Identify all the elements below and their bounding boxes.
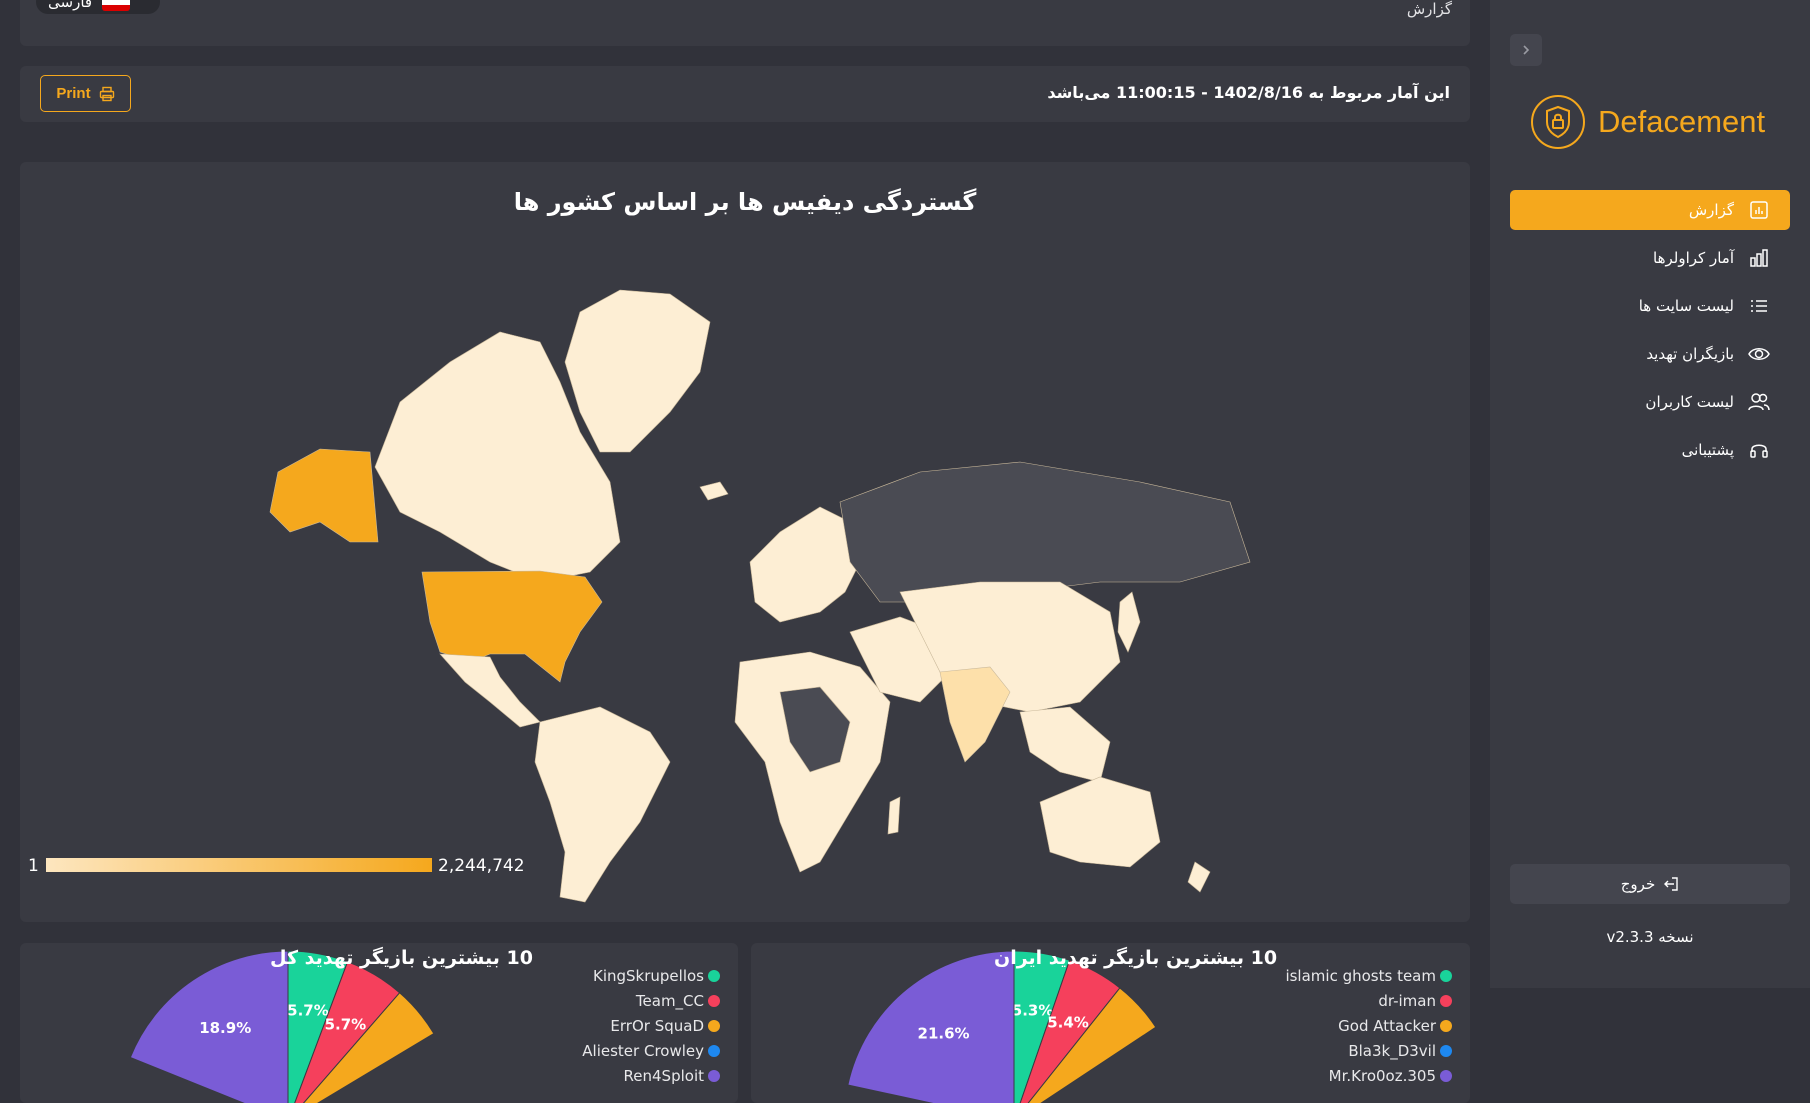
legend-max-value: 2,244,742	[438, 856, 525, 876]
app-version: نسخه v2.3.3	[1606, 928, 1694, 946]
country-usa	[421, 570, 603, 683]
country-alaska	[269, 448, 379, 543]
printer-icon	[99, 86, 114, 101]
world-map-card: گستردگی دیفیس ها بر اساس کشور ها 1 2,244…	[20, 162, 1470, 922]
sidebar-item-report[interactable]: گزارش	[1510, 190, 1790, 230]
country-greenland	[564, 289, 711, 453]
legend-item[interactable]: Bla3k_D3vil	[1285, 1038, 1452, 1063]
legend-item[interactable]: Team_CC	[582, 988, 720, 1013]
country-madagascar	[887, 796, 901, 835]
country-new-zealand	[1187, 861, 1211, 893]
pie-global-title: 10 بیشترین بازیگر تهدید کل	[270, 947, 533, 969]
stats-timestamp: این آمار مربوط به 1402/8/16 - 11:00:15 م…	[1047, 83, 1450, 102]
legend-min-value: 1	[28, 856, 39, 876]
pie-slice-label: 5.4%	[1047, 1014, 1089, 1032]
logout-icon	[1664, 877, 1678, 891]
legend-dot	[708, 969, 720, 982]
legend-item[interactable]: God Attacker	[1285, 1013, 1452, 1038]
world-map	[269, 289, 1251, 903]
brand-logo: Defacement	[1530, 94, 1765, 150]
pie-slice-label: 5.7%	[287, 1002, 329, 1020]
legend-item[interactable]: ErrOr SquaD	[582, 1013, 720, 1038]
sidebar-item-user-list[interactable]: لیست کاربران	[1510, 382, 1790, 422]
sidebar-item-label: لیست کاربران	[1645, 393, 1734, 411]
country-se-asia	[1019, 706, 1111, 783]
country-japan	[1117, 591, 1141, 653]
sidebar-item-crawler-stats[interactable]: آمار کراولرها	[1510, 238, 1790, 278]
legend-item[interactable]: Ren4Sploit	[582, 1063, 720, 1088]
logout-label: خروج	[1620, 875, 1656, 893]
eye-icon	[1748, 343, 1770, 365]
pie-iran-legend: islamic ghosts team dr-iman God Attacker…	[1285, 963, 1452, 1088]
print-button-label: Print	[56, 85, 91, 102]
country-mexico	[439, 653, 541, 728]
users-icon	[1748, 391, 1770, 413]
pie-global-legend: KingSkrupellos Team_CC ErrOr SquaD Alies…	[582, 963, 720, 1088]
country-australia	[1039, 776, 1161, 868]
pie-slice-label: 5.7%	[325, 1016, 367, 1034]
legend-item[interactable]: Mr.Kro0oz.305	[1285, 1063, 1452, 1088]
sidebar-item-site-list[interactable]: لیست سایت ها	[1510, 286, 1790, 326]
country-south-america	[534, 706, 671, 903]
headset-icon	[1748, 439, 1770, 461]
report-icon	[1748, 199, 1770, 221]
legend-item[interactable]: KingSkrupellos	[582, 963, 720, 988]
legend-dot	[1440, 994, 1452, 1007]
top-threat-actors-global-card: 5.7% 5.7% 18.9% 10 بیشترین بازیگر تهدید کل…	[20, 943, 738, 1103]
legend-dot	[1440, 1044, 1452, 1057]
legend-dot	[708, 1044, 720, 1057]
shield-lock-icon	[1531, 95, 1585, 149]
legend-color-scale	[46, 858, 432, 872]
language-label: فارسی	[48, 0, 93, 11]
legend-dot	[708, 1069, 720, 1082]
sidebar-item-label: بازیگران تهدید	[1646, 345, 1734, 363]
sidebar-item-label: لیست سایت ها	[1638, 297, 1734, 315]
sidebar-item-label: پشتیبانی	[1681, 441, 1734, 459]
sidebar: Defacement گزارش آمار کراولرها لیست سایت…	[1490, 0, 1810, 988]
country-russia	[839, 461, 1251, 603]
sidebar-item-label: گزارش	[1688, 201, 1734, 219]
legend-item[interactable]: islamic ghosts team	[1285, 963, 1452, 988]
legend-dot	[708, 1019, 720, 1032]
list-icon	[1748, 295, 1770, 317]
print-button[interactable]: Print	[40, 75, 131, 112]
pie-slice-label: 18.9%	[199, 1019, 251, 1037]
info-bar: Print این آمار مربوط به 1402/8/16 - 11:0…	[20, 66, 1470, 122]
legend-dot	[1440, 969, 1452, 982]
legend-item[interactable]: Aliester Crowley	[582, 1038, 720, 1063]
country-iceland	[699, 481, 729, 501]
legend-item[interactable]: dr-iman	[1285, 988, 1452, 1013]
logout-button[interactable]: خروج	[1510, 864, 1790, 904]
bar-chart-icon	[1748, 247, 1770, 269]
top-threat-actors-iran-card: 5.3% 5.4% 21.6% 10 بیشترین بازیگر تهدید ای…	[751, 943, 1470, 1103]
brand-name: Defacement	[1598, 104, 1766, 139]
chevron-right-icon	[1523, 45, 1530, 55]
legend-dot	[1440, 1019, 1452, 1032]
sidebar-collapse-button[interactable]	[1510, 34, 1542, 66]
legend-dot	[1440, 1069, 1452, 1082]
pie-iran-title: 10 بیشترین بازیگر تهدید ایران	[994, 947, 1278, 969]
breadcrumb: گزارش	[1406, 0, 1452, 18]
top-bar: فارسی گزارش	[20, 0, 1470, 46]
sidebar-item-threat-actors[interactable]: بازیگران تهدید	[1510, 334, 1790, 374]
sidebar-item-support[interactable]: پشتیبانی	[1510, 430, 1790, 470]
language-switcher[interactable]: فارسی	[36, 0, 160, 14]
sidebar-item-label: آمار کراولرها	[1653, 249, 1734, 267]
legend-dot	[708, 994, 720, 1007]
iran-flag-icon	[102, 0, 131, 11]
pie-slice-label: 21.6%	[918, 1025, 970, 1043]
country-india	[939, 666, 1011, 763]
